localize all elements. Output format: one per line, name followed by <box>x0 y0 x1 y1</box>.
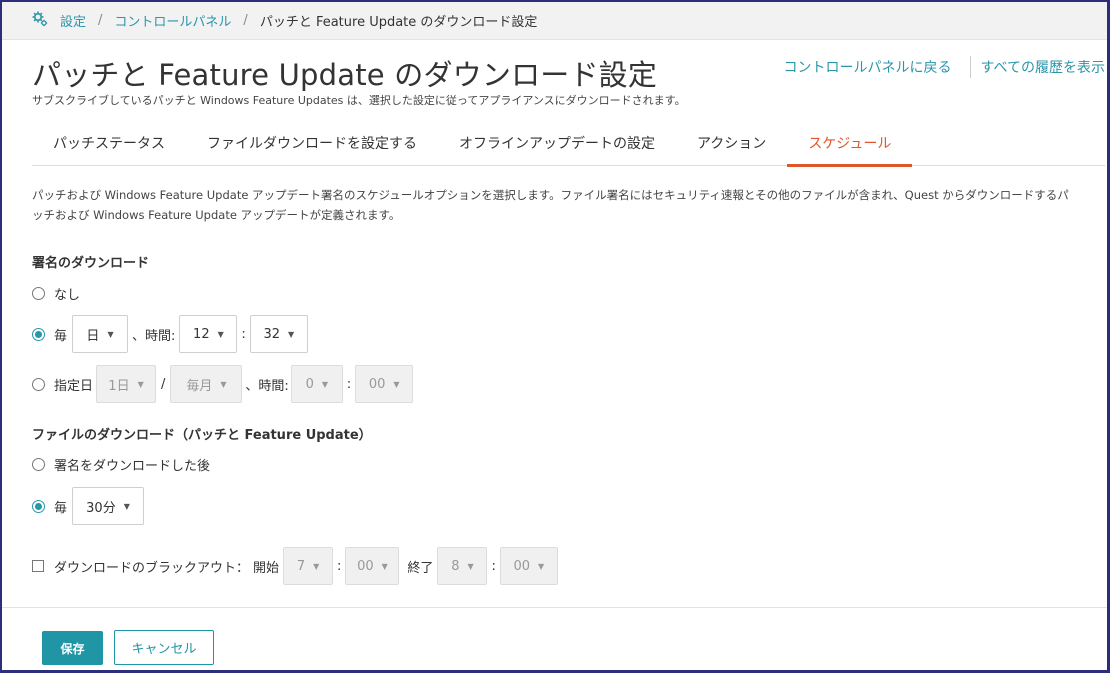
blackout-start-minute-value: 00 <box>357 558 374 574</box>
save-button[interactable]: 保存 <box>42 631 103 665</box>
signature-interval-value: 日 <box>86 328 100 344</box>
page-subtitle: サブスクライブしているパッチと Windows Feature Updates … <box>32 94 686 107</box>
back-to-control-panel-link[interactable]: コントロールパネルに戻る <box>784 57 952 77</box>
signature-download-title: 署名のダウンロード <box>32 256 150 271</box>
view-all-history-link[interactable]: すべての履歴を表示 <box>981 57 1105 77</box>
breadcrumb-settings-link[interactable]: 設定 <box>60 11 86 30</box>
blackout-start-label: 開始 <box>253 560 280 576</box>
signature-time-label: 、時間: <box>132 328 176 344</box>
chevron-down-icon: ▼ <box>313 561 320 571</box>
chevron-down-icon: ▼ <box>107 329 114 339</box>
file-download-title: ファイルのダウンロード（パッチと Feature Update） <box>32 428 372 443</box>
tab-schedule[interactable]: スケジュール <box>787 124 913 167</box>
breadcrumb-separator: / <box>243 13 248 28</box>
time-colon: : <box>346 376 352 392</box>
tab-offline-update-settings[interactable]: オフラインアップデートの設定 <box>438 124 676 166</box>
signature-minute-value: 32 <box>263 326 280 342</box>
specified-month-select[interactable]: 毎月 ▼ <box>170 365 243 403</box>
download-blackout-row: ダウンロードのブラックアウト： 開始 7 ▼ : 00 ▼ 終了 8 ▼ : 0… <box>32 547 558 585</box>
blackout-label: ダウンロードのブラックアウト： <box>54 560 250 576</box>
signature-interval-select[interactable]: 日 ▼ <box>72 315 129 353</box>
date-slash: / <box>161 376 166 392</box>
chevron-down-icon: ▼ <box>538 561 545 571</box>
blackout-checkbox[interactable] <box>32 560 44 572</box>
file-every-radio[interactable] <box>32 499 45 513</box>
file-option-after-signature[interactable]: 署名をダウンロードした後 <box>32 455 210 474</box>
file-interval-select[interactable]: 30分 ▼ <box>72 487 145 525</box>
cancel-button[interactable]: キャンセル <box>114 630 214 665</box>
signature-every-radio[interactable] <box>32 327 45 341</box>
tab-patch-status[interactable]: パッチステータス <box>32 124 186 166</box>
signature-option-every[interactable]: 毎 日 ▼ 、時間: 12 ▼ : 32 ▼ <box>32 315 308 353</box>
blackout-end-label: 終了 <box>407 560 434 576</box>
breadcrumb-current: パッチと Feature Update のダウンロード設定 <box>259 15 538 30</box>
header-link-divider <box>969 56 971 78</box>
file-after-signature-label: 署名をダウンロードした後 <box>54 459 211 474</box>
blackout-end-minute-select[interactable]: 00 ▼ <box>499 547 558 585</box>
file-every-label: 毎 <box>54 500 68 516</box>
blackout-end-minute-value: 00 <box>513 558 531 574</box>
file-option-every[interactable]: 毎 30分 ▼ <box>32 487 145 525</box>
signature-every-label: 毎 <box>54 328 68 344</box>
time-colon: : <box>241 326 246 342</box>
time-colon: : <box>491 558 496 574</box>
chevron-down-icon: ▼ <box>217 329 224 339</box>
gear-icon <box>32 11 48 26</box>
file-interval-value: 30分 <box>86 500 116 516</box>
breadcrumb: 設定 / コントロールパネル / パッチと Feature Update のダウ… <box>2 2 1107 40</box>
signature-option-specified[interactable]: 指定日 1日 ▼ / 毎月 ▼ 、時間: 0 ▼ : 00 ▼ <box>32 365 414 403</box>
tab-file-download-config[interactable]: ファイルダウンロードを設定する <box>186 124 438 166</box>
specified-time-label: 、時間: <box>245 378 289 394</box>
file-after-signature-radio[interactable] <box>32 458 45 471</box>
description-line-1: パッチおよび Windows Feature Update アップデート署名のス… <box>32 188 1069 202</box>
signature-none-radio[interactable] <box>32 287 45 300</box>
breadcrumb-separator: / <box>98 13 103 28</box>
page-title: パッチと Feature Update のダウンロード設定 <box>32 58 658 92</box>
time-colon: : <box>337 558 342 574</box>
header-links: コントロールパネルに戻る すべての履歴を表示 <box>784 56 1105 78</box>
chevron-down-icon: ▼ <box>287 329 295 339</box>
signature-specified-radio[interactable] <box>32 377 45 391</box>
specified-hour-select[interactable]: 0 ▼ <box>290 365 343 403</box>
tab-actions[interactable]: アクション <box>676 124 787 166</box>
specified-minute-value: 00 <box>368 376 386 392</box>
chevron-down-icon: ▼ <box>137 379 144 389</box>
specified-month-value: 毎月 <box>186 378 213 394</box>
signature-hour-value: 12 <box>193 326 210 342</box>
specified-day-value: 1日 <box>108 378 130 394</box>
footer-divider <box>2 607 1107 608</box>
blackout-start-hour-select[interactable]: 7 ▼ <box>283 547 334 585</box>
blackout-start-minute-select[interactable]: 00 ▼ <box>345 547 400 585</box>
chevron-down-icon: ▼ <box>393 379 400 389</box>
specified-minute-select[interactable]: 00 ▼ <box>355 365 414 403</box>
specified-day-select[interactable]: 1日 ▼ <box>96 365 157 403</box>
schedule-description: パッチおよび Windows Feature Update アップデート署名のス… <box>32 185 1105 225</box>
blackout-end-hour-select[interactable]: 8 ▼ <box>437 547 488 585</box>
signature-hour-select[interactable]: 12 ▼ <box>179 315 238 353</box>
tab-bar: パッチステータス ファイルダウンロードを設定する オフラインアップデートの設定 … <box>32 124 1105 167</box>
blackout-end-hour-value: 8 <box>451 558 460 574</box>
specified-hour-value: 0 <box>305 376 314 392</box>
chevron-down-icon: ▼ <box>467 561 474 571</box>
chevron-down-icon: ▼ <box>220 379 227 389</box>
signature-specified-label: 指定日 <box>54 378 94 394</box>
signature-option-none[interactable]: なし <box>32 284 80 303</box>
signature-minute-select[interactable]: 32 ▼ <box>249 315 308 353</box>
breadcrumb-control-panel-link[interactable]: コントロールパネル <box>114 11 231 30</box>
description-line-2: ッチおよび Windows Feature Update アップデートが定義され… <box>32 208 401 222</box>
chevron-down-icon: ▼ <box>381 561 388 571</box>
chevron-down-icon: ▼ <box>123 501 130 511</box>
signature-none-label: なし <box>54 288 81 303</box>
chevron-down-icon: ▼ <box>321 379 329 389</box>
blackout-start-hour-value: 7 <box>296 558 306 574</box>
